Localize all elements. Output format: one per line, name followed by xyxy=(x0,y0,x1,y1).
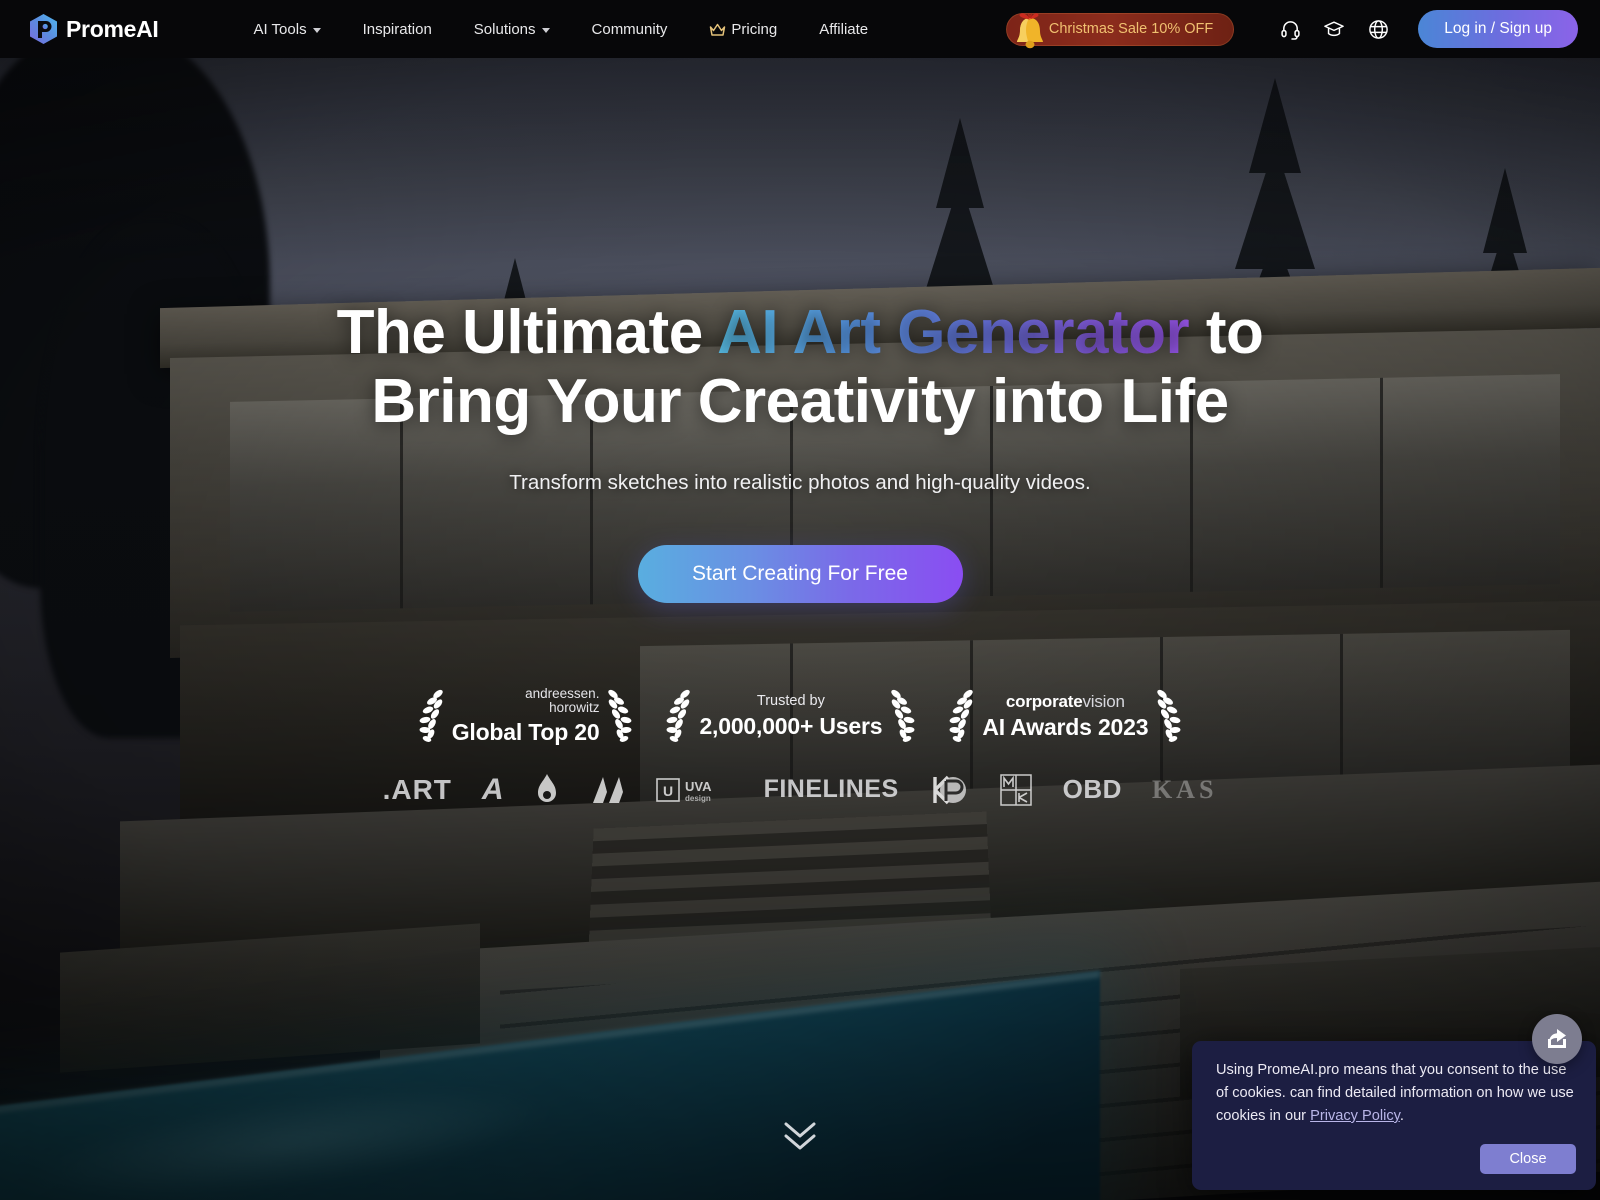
andreessen-horowitz-logo: andreessen. horowitz xyxy=(525,685,600,716)
cookie-consent-banner: Using PromeAI.pro means that you consent… xyxy=(1192,1040,1596,1190)
nav-right-section: Christmas Sale 10% OFF Log in / Sign up xyxy=(1005,7,1600,51)
nav-item-community[interactable]: Community xyxy=(571,0,689,58)
award-text: corporatevision AI Awards 2023 xyxy=(982,692,1148,741)
nav-label: Inspiration xyxy=(362,20,432,38)
share-button[interactable] xyxy=(1532,1014,1582,1064)
christmas-sale-banner[interactable]: Christmas Sale 10% OFF xyxy=(1005,12,1235,49)
svg-text:UVA: UVA xyxy=(685,779,712,794)
awards-row: andreessen. horowitz Global Top 20 Trust… xyxy=(402,685,1199,746)
laurel-right-icon xyxy=(1152,687,1186,745)
partner-logo-art: .ART xyxy=(382,773,452,805)
partner-logo-obd: OBD xyxy=(1062,774,1122,805)
promeai-logo-icon xyxy=(30,14,57,44)
cookie-text: Using PromeAI.pro means that you consent… xyxy=(1216,1059,1576,1128)
start-creating-button[interactable]: Start Creating For Free xyxy=(637,544,963,603)
partner-logos-row: .ART A U UVA design FINELINES OBD KAS xyxy=(180,770,1420,810)
laurel-right-icon xyxy=(886,687,920,745)
headline-gradient-text: AI Art Generator xyxy=(717,298,1190,367)
nav-item-solutions[interactable]: Solutions xyxy=(453,0,571,58)
headline-part-2: to xyxy=(1189,298,1264,367)
award-badge-corporate-vision: corporatevision AI Awards 2023 xyxy=(932,687,1198,745)
award-text: Trusted by 2,000,000+ Users xyxy=(699,693,882,739)
globe-icon[interactable] xyxy=(1356,7,1400,51)
headline-line-2: Bring Your Creativity into Life xyxy=(371,367,1229,437)
partner-logo-mk xyxy=(999,770,1033,810)
login-signup-button[interactable]: Log in / Sign up xyxy=(1418,10,1578,48)
laurel-left-icon xyxy=(661,687,695,745)
laurel-left-icon xyxy=(944,687,978,745)
main-nav-links: AI Tools Inspiration Solutions Community… xyxy=(232,0,889,58)
svg-text:U: U xyxy=(663,783,673,799)
cookie-actions: Close xyxy=(1216,1144,1576,1174)
nav-item-inspiration[interactable]: Inspiration xyxy=(342,0,453,58)
award-badge-a16z: andreessen. horowitz Global Top 20 xyxy=(402,685,650,746)
laurel-right-icon xyxy=(603,687,637,745)
nav-label: Affiliate xyxy=(819,20,869,38)
nav-label: Pricing xyxy=(731,20,778,38)
cookie-text-after: . xyxy=(1399,1107,1404,1124)
crown-icon xyxy=(709,23,726,36)
page-title: The Ultimate AI Art Generator to Bring Y… xyxy=(337,298,1264,437)
award-title: Global Top 20 xyxy=(451,719,600,746)
privacy-policy-link[interactable]: Privacy Policy xyxy=(1310,1108,1400,1124)
nav-label: AI Tools xyxy=(253,20,307,38)
laurel-left-icon xyxy=(414,687,448,745)
partner-logo-a: A xyxy=(481,772,504,806)
bell-icon xyxy=(1008,9,1052,53)
partner-logo-flame xyxy=(534,770,560,810)
partner-logo-finelines: FINELINES xyxy=(763,775,899,804)
partner-logo-kas: KAS xyxy=(1151,774,1218,804)
partner-logo-wave xyxy=(590,770,626,810)
headline-part-1: The Ultimate xyxy=(336,298,718,367)
award-badge-users: Trusted by 2,000,000+ Users xyxy=(649,687,932,745)
headset-icon[interactable] xyxy=(1268,7,1312,51)
top-navigation-bar: PromeAI AI Tools Inspiration Solutions C… xyxy=(0,0,1600,58)
nav-item-affiliate[interactable]: Affiliate xyxy=(798,0,889,58)
award-subtitle: Trusted by xyxy=(756,693,825,710)
partner-logo-kp xyxy=(929,770,969,810)
corporate-vision-logo: corporatevision xyxy=(1005,691,1125,711)
nav-label: Community xyxy=(591,20,668,38)
chevron-down-icon xyxy=(312,27,321,33)
award-title: 2,000,000+ Users xyxy=(699,712,883,739)
cookie-close-button[interactable]: Close xyxy=(1480,1144,1576,1174)
chevron-down-icon xyxy=(541,27,550,33)
hero-section: The Ultimate AI Art Generator to Bring Y… xyxy=(0,58,1600,1200)
nav-item-pricing[interactable]: Pricing xyxy=(688,0,798,58)
hero-subheadline: Transform sketches into realistic photos… xyxy=(509,470,1091,494)
graduation-cap-icon[interactable] xyxy=(1312,7,1356,51)
nav-label: Solutions xyxy=(473,20,536,38)
nav-item-ai-tools[interactable]: AI Tools xyxy=(232,0,341,58)
svg-text:design: design xyxy=(685,794,711,803)
brand-logo[interactable]: PromeAI xyxy=(30,14,159,44)
partner-logo-uva-design: U UVA design xyxy=(655,770,734,810)
award-text: andreessen. horowitz Global Top 20 xyxy=(451,685,600,746)
award-title: AI Awards 2023 xyxy=(982,714,1149,741)
brand-name: PromeAI xyxy=(66,15,159,42)
scroll-down-indicator[interactable] xyxy=(777,1116,823,1154)
